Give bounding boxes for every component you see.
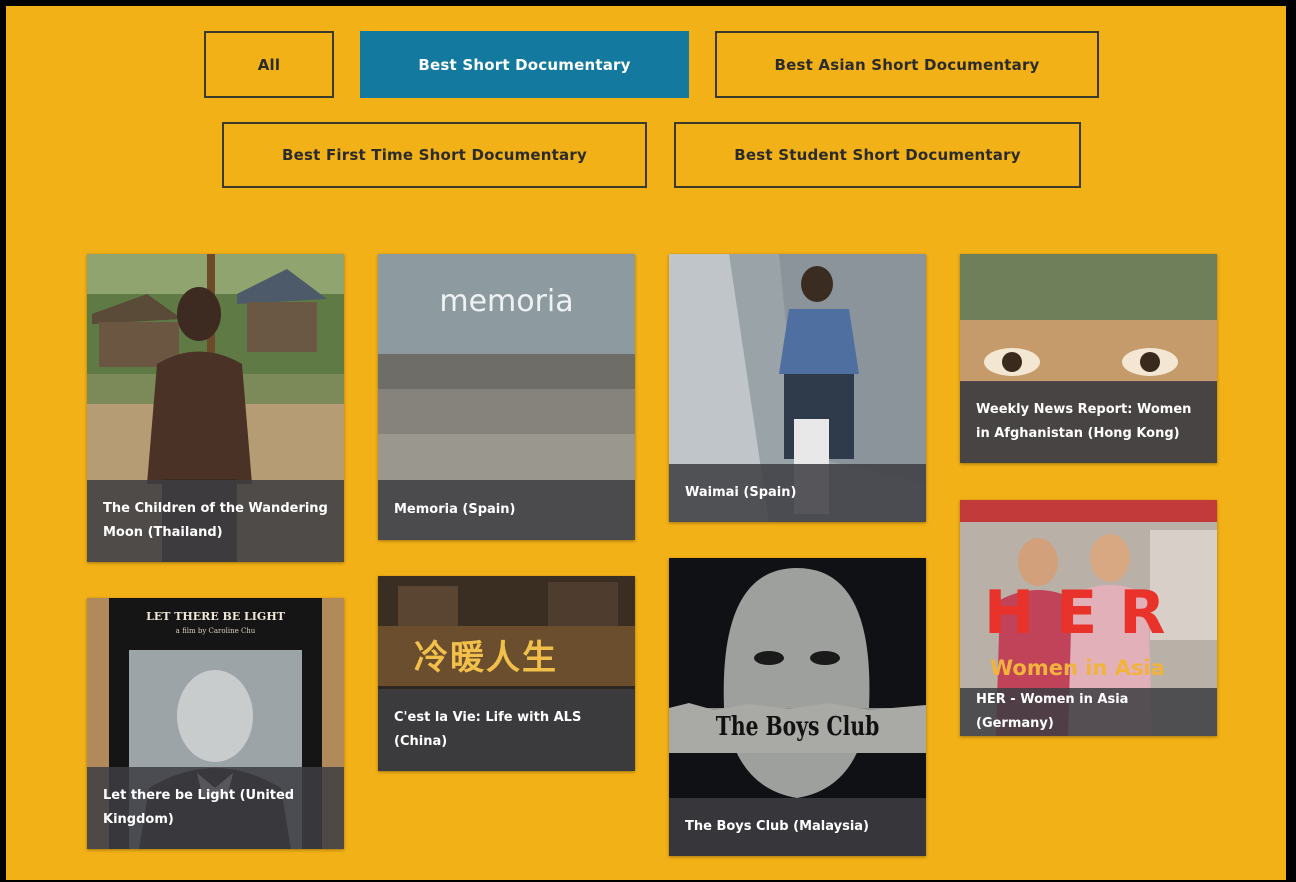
film-title-caption: Memoria (Spain) <box>378 480 635 540</box>
her-poster-subtitle: Women in Asia <box>990 656 1165 680</box>
filter-all-button[interactable]: All <box>204 31 334 98</box>
film-title-caption: HER - Women in Asia (Germany) <box>960 688 1217 736</box>
memoria-poster-title: memoria <box>439 284 574 319</box>
film-title-caption: Waimai (Spain) <box>669 464 926 522</box>
film-card-the-boys-club[interactable]: The Boys Club The Boys Club (Malaysia) <box>669 558 926 856</box>
the-boys-club-poster-title: The Boys Club <box>715 712 880 742</box>
her-poster-title: HER <box>984 578 1188 648</box>
film-title-caption: Let there be Light (United Kingdom) <box>87 767 344 849</box>
film-title-caption: The Children of the Wandering Moon (Thai… <box>87 480 344 562</box>
cest-la-vie-poster-title: 冷暖人生 <box>414 638 558 678</box>
filter-best-student-short-documentary-button[interactable]: Best Student Short Documentary <box>674 122 1081 188</box>
film-card-children-of-the-wandering-moon[interactable]: The Children of the Wandering Moon (Thai… <box>87 254 344 562</box>
film-card-memoria[interactable]: memoria Memoria (Spain) <box>378 254 635 540</box>
filter-best-asian-short-documentary-button[interactable]: Best Asian Short Documentary <box>715 31 1099 98</box>
filter-best-first-time-short-documentary-button[interactable]: Best First Time Short Documentary <box>222 122 647 188</box>
film-title-caption: Weekly News Report: Women in Afghanistan… <box>960 381 1217 463</box>
film-card-weekly-news-report[interactable]: Weekly News Report: Women in Afghanistan… <box>960 254 1217 463</box>
film-title-caption: C'est la Vie: Life with ALS (China) <box>378 689 635 771</box>
filter-best-short-documentary-button[interactable]: Best Short Documentary <box>360 31 689 98</box>
film-card-her-women-in-asia[interactable]: HER Women in Asia HER - Women in Asia (G… <box>960 500 1217 736</box>
film-card-cest-la-vie[interactable]: 冷暖人生 C'est la Vie: Life with ALS (China) <box>378 576 635 771</box>
let-there-be-light-poster-title: LET THERE BE LIGHT <box>146 610 285 623</box>
film-card-waimai[interactable]: Waimai (Spain) <box>669 254 926 522</box>
page-frame: All Best Short Documentary Best Asian Sh… <box>6 6 1286 880</box>
let-there-be-light-poster-credit: a film by Caroline Chu <box>175 627 256 635</box>
film-card-let-there-be-light[interactable]: LET THERE BE LIGHT a film by Caroline Ch… <box>87 598 344 849</box>
film-title-caption: The Boys Club (Malaysia) <box>669 798 926 856</box>
